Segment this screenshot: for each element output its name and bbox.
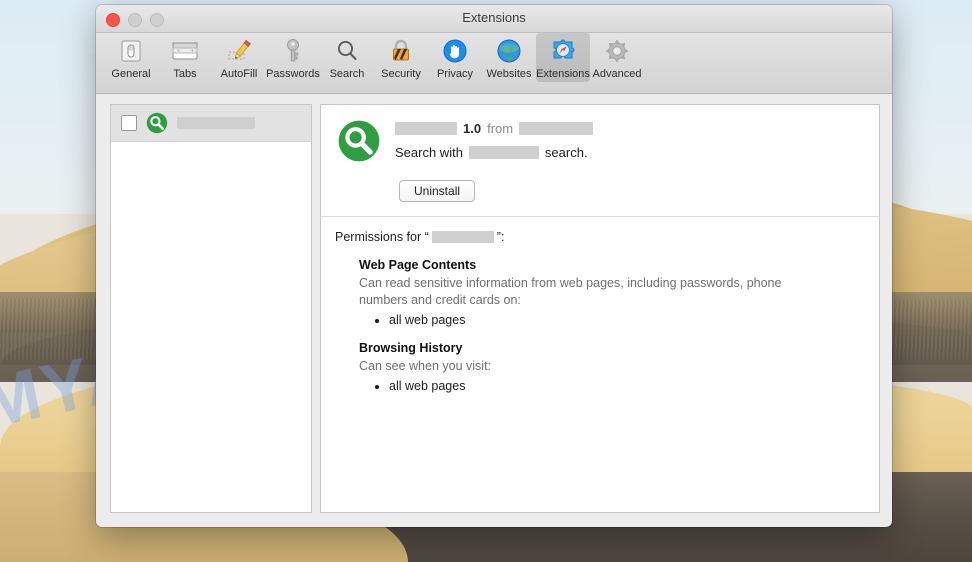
extension-description: Search with search.: [395, 145, 863, 160]
gear-icon: [601, 36, 633, 66]
safari-preferences-window: Extensions General × +: [96, 5, 892, 527]
permission-scope-list: all web pages: [359, 313, 863, 327]
tab-privacy-label: Privacy: [437, 68, 473, 80]
permissions-heading-suffix: ”:: [497, 230, 505, 244]
extension-name-redacted: [177, 117, 255, 129]
tab-security[interactable]: Security: [374, 33, 428, 82]
tab-general-label: General: [111, 68, 150, 80]
extension-title-line: 1.0 from: [395, 121, 863, 136]
permission-group-web-page-contents: Web Page Contents Can read sensitive inf…: [359, 258, 863, 327]
tab-search[interactable]: Search: [320, 33, 374, 82]
tab-search-label: Search: [330, 68, 365, 80]
extension-detail-header: 1.0 from Search with search.: [321, 105, 879, 180]
tab-advanced-label: Advanced: [593, 68, 642, 80]
padlock-icon: [385, 36, 417, 66]
extension-name-redacted: [395, 122, 457, 135]
permission-description: Can read sensitive information from web …: [359, 275, 791, 309]
preferences-content: 1.0 from Search with search. Uninstall: [96, 94, 892, 527]
permissions-heading: Permissions for “ ”:: [335, 230, 863, 244]
permission-description: Can see when you visit:: [359, 358, 791, 375]
tab-security-label: Security: [381, 68, 421, 80]
tab-tabs-label: Tabs: [173, 68, 196, 80]
description-suffix: search.: [545, 145, 588, 160]
permission-scope-item: all web pages: [389, 313, 863, 327]
permission-group-browsing-history: Browsing History Can see when you visit:…: [359, 341, 863, 393]
from-label: from: [487, 121, 513, 136]
tab-extensions[interactable]: Extensions: [536, 33, 590, 82]
autofill-pencil-icon: [223, 36, 255, 66]
tab-passwords-label: Passwords: [266, 68, 320, 80]
tab-passwords[interactable]: Passwords: [266, 33, 320, 82]
permissions-name-redacted: [432, 231, 494, 243]
svg-text:+: +: [191, 49, 194, 55]
extension-enabled-checkbox[interactable]: [121, 115, 137, 131]
preferences-toolbar: General × + Tabs: [96, 33, 892, 94]
svg-text:×: ×: [177, 49, 180, 55]
extension-detail-panel: 1.0 from Search with search. Uninstall: [320, 104, 880, 513]
description-name-redacted: [469, 146, 539, 159]
permissions-section: Permissions for “ ”: Web Page Contents C…: [321, 217, 879, 403]
tab-tabs[interactable]: × + Tabs: [158, 33, 212, 82]
tab-websites-label: Websites: [486, 68, 531, 80]
extensions-list[interactable]: [110, 104, 312, 513]
extension-version: 1.0: [463, 121, 481, 136]
tab-websites[interactable]: Websites: [482, 33, 536, 82]
tab-extensions-label: Extensions: [536, 68, 590, 80]
uninstall-button[interactable]: Uninstall: [399, 180, 475, 202]
key-icon: [277, 36, 309, 66]
tab-advanced[interactable]: Advanced: [590, 33, 644, 82]
permissions-heading-prefix: Permissions for “: [335, 230, 429, 244]
tab-autofill[interactable]: AutoFill: [212, 33, 266, 82]
tab-autofill-label: AutoFill: [221, 68, 258, 80]
list-item[interactable]: [111, 105, 311, 142]
permission-scope-item: all web pages: [389, 379, 863, 393]
publisher-redacted: [519, 122, 593, 135]
window-titlebar: Extensions: [96, 5, 892, 33]
uninstall-row: Uninstall: [321, 180, 879, 216]
tab-privacy[interactable]: Privacy: [428, 33, 482, 82]
tab-general[interactable]: General: [104, 33, 158, 82]
permission-title: Browsing History: [359, 341, 863, 355]
green-magnifier-icon: [337, 119, 381, 168]
general-toggle-icon: [115, 36, 147, 66]
window-title: Extensions: [96, 10, 892, 25]
permission-scope-list: all web pages: [359, 379, 863, 393]
hand-icon: [439, 36, 471, 66]
extension-detail-text: 1.0 from Search with search.: [395, 119, 863, 168]
description-prefix: Search with: [395, 145, 463, 160]
tabs-window-icon: × +: [169, 36, 201, 66]
permission-title: Web Page Contents: [359, 258, 863, 272]
puzzle-compass-icon: [547, 36, 579, 66]
green-magnifier-icon: [146, 112, 168, 134]
globe-icon: [493, 36, 525, 66]
search-magnifier-icon: [331, 36, 363, 66]
